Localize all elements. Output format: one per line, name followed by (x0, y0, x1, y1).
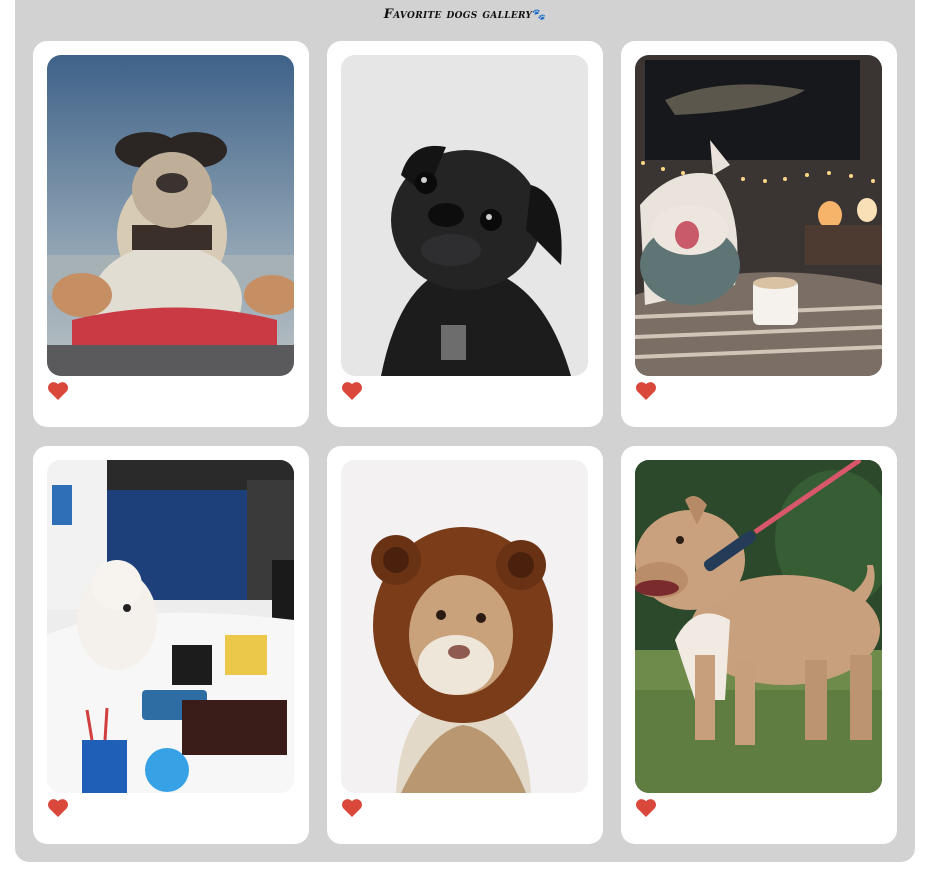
heart-icon[interactable] (635, 798, 657, 818)
dog-photo[interactable] (635, 460, 882, 793)
heart-icon[interactable] (47, 381, 69, 401)
gallery-card (327, 446, 603, 844)
gallery-card (621, 446, 897, 844)
heart-icon[interactable] (47, 798, 69, 818)
gallery-card (621, 41, 897, 427)
gallery-title: Favorite dogs gallery🐾 (15, 7, 915, 22)
heart-icon[interactable] (635, 381, 657, 401)
dog-photo[interactable] (47, 55, 294, 376)
heart-icon[interactable] (341, 381, 363, 401)
gallery-title-text: Favorite dogs gallery (383, 7, 533, 22)
dog-photo[interactable] (341, 55, 588, 376)
paw-icon: 🐾 (532, 8, 547, 21)
gallery-card (33, 41, 309, 427)
gallery-card (33, 446, 309, 844)
heart-icon[interactable] (341, 798, 363, 818)
gallery-card (327, 41, 603, 427)
dog-photo[interactable] (47, 460, 294, 793)
dog-photo[interactable] (341, 460, 588, 793)
dog-photo[interactable] (635, 55, 882, 376)
